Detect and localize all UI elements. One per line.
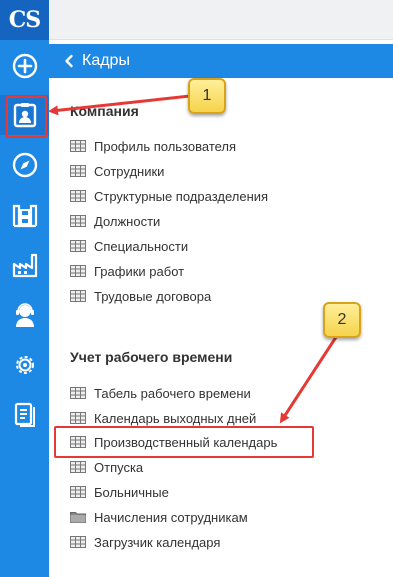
callout-badge-2: 2: [323, 302, 361, 338]
callout-badge-1: 1: [188, 78, 226, 114]
